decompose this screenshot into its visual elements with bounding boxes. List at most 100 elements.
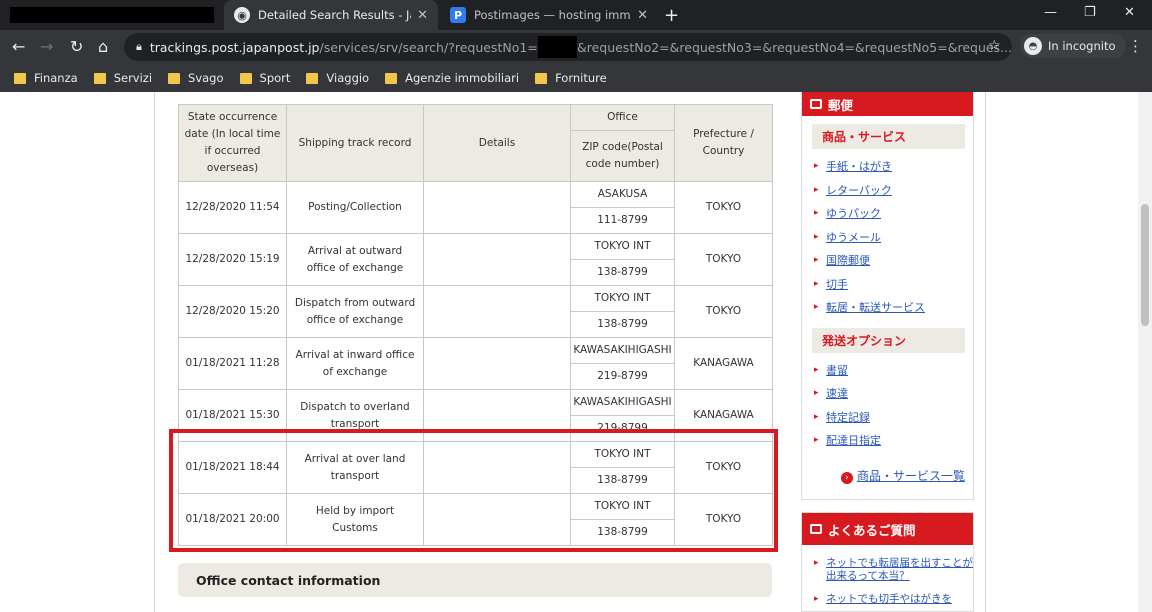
folder-icon xyxy=(14,72,26,84)
new-tab-button[interactable]: + xyxy=(664,5,679,26)
home-icon[interactable]: ⌂ xyxy=(98,37,108,56)
tab-postimages[interactable]: P Postimages — hosting immagini ✕ xyxy=(440,0,658,30)
url-tail: &requestNo2=&requestNo3=&requestNo4=&req… xyxy=(576,39,1012,55)
incognito-label: In incognito xyxy=(1048,39,1116,53)
menu-icon[interactable]: ⋮ xyxy=(1128,37,1143,55)
reload-icon[interactable]: ↻ xyxy=(70,37,83,56)
cell-record: Posting/Collection xyxy=(286,181,424,234)
header-office: Office xyxy=(570,104,675,131)
sidebar-link[interactable]: 転居・転送サービス xyxy=(802,296,973,320)
folder-icon xyxy=(168,72,181,84)
bookmark-sport[interactable]: Sport xyxy=(239,71,291,85)
bookmark-agenzie[interactable]: Agenzie immobiliari xyxy=(385,71,519,85)
sidebar-link[interactable]: ゆうメール xyxy=(802,226,973,250)
scrollbar-thumb[interactable] xyxy=(1141,204,1149,326)
cell-prefecture: TOKYO xyxy=(674,233,773,286)
cell-record: Arrival at inward office of exchange xyxy=(286,337,424,390)
address-bar[interactable]: 🔒︎ trackings.post.japanpost.jp /services… xyxy=(124,33,1012,61)
bookmark-label: Servizi xyxy=(113,71,153,85)
bookmark-label: Agenzie immobiliari xyxy=(405,71,520,85)
window-close-icon[interactable]: ✕ xyxy=(1124,5,1135,20)
bookmark-label: Svago xyxy=(188,71,224,85)
cell-zip: 138-8799 xyxy=(570,311,675,338)
sidebar-link[interactable]: ゆうパック xyxy=(802,202,973,226)
header-record: Shipping track record xyxy=(286,104,424,182)
restore-icon[interactable]: ❐ xyxy=(1084,5,1096,20)
highlight-box xyxy=(169,429,778,552)
cell-date: 12/28/2020 15:19 xyxy=(178,233,287,286)
url-path: /services/srv/search/?requestNo1= xyxy=(319,39,538,55)
faq-link[interactable]: ネットでも切手やはがきを xyxy=(802,593,973,606)
bookmark-label: Sport xyxy=(259,71,291,85)
scrollbar[interactable] xyxy=(1138,92,1152,612)
bookmark-star-icon[interactable]: ☆ xyxy=(988,38,1001,54)
sidebar-faq-title: よくあるご質問 xyxy=(828,522,916,538)
incognito-icon: ◓ xyxy=(1024,37,1042,55)
cell-date: 12/28/2020 11:54 xyxy=(178,181,287,234)
tab-title: Detailed Search Results - Japan P xyxy=(258,8,411,22)
table-row: 12/28/2020 11:54 Posting/Collection ASAK… xyxy=(178,181,773,234)
sidebar-mail: 郵便 商品・サービス 手紙・はがき レターパック ゆうパック ゆうメール 国際郵… xyxy=(801,92,974,500)
chevron-right-icon: › xyxy=(840,471,853,484)
more-products-link[interactable]: › 商品・サービス一覧 xyxy=(802,467,973,484)
cell-details xyxy=(423,181,571,234)
bookmark-svago[interactable]: Svago xyxy=(168,71,224,85)
bookmark-label: Forniture xyxy=(555,71,607,85)
sidebar-link[interactable]: 配達日指定 xyxy=(802,429,973,453)
divider xyxy=(154,92,155,612)
minimize-icon[interactable]: — xyxy=(1044,5,1057,20)
faq-link[interactable]: ネットでも転居届を出すことが出来るって本当？ xyxy=(802,557,973,583)
cell-prefecture: KANAGAWA xyxy=(674,337,773,390)
back-icon[interactable]: ← xyxy=(12,37,25,56)
bookmark-servizi[interactable]: Servizi xyxy=(93,71,153,85)
office-contact-header[interactable]: Office contact information xyxy=(178,563,772,597)
incognito-badge[interactable]: ◓ In incognito xyxy=(1020,34,1126,58)
forward-icon[interactable]: → xyxy=(40,37,53,56)
cell-date: 01/18/2021 11:28 xyxy=(178,337,287,390)
sidebar-link[interactable]: 速達 xyxy=(802,382,973,406)
cell-office: KAWASAKIHIGASHI xyxy=(570,389,675,416)
bookmark-label: Viaggio xyxy=(326,71,370,85)
sidebar-link[interactable]: 手紙・はがき xyxy=(802,155,973,179)
toolbar: ← → ↻ ⌂ 🔒︎ trackings.post.japanpost.jp /… xyxy=(0,30,1152,64)
cell-prefecture: TOKYO xyxy=(674,181,773,234)
sidebar-link[interactable]: 切手 xyxy=(802,273,973,297)
close-icon[interactable]: ✕ xyxy=(637,8,648,23)
tab-bar: ◉ Detailed Search Results - Japan P ✕ P … xyxy=(0,0,1152,30)
sidebar-link[interactable]: レターパック xyxy=(802,179,973,203)
cell-details xyxy=(423,233,571,286)
redacted-area xyxy=(537,36,577,58)
sidebar-link[interactable]: 特定記録 xyxy=(802,406,973,430)
header-prefecture: Prefecture / Country xyxy=(674,104,773,182)
cell-zip: 111-8799 xyxy=(570,207,675,234)
cell-office: TOKYO INT xyxy=(570,285,675,312)
more-products-label: 商品・サービス一覧 xyxy=(856,468,965,483)
folder-icon xyxy=(385,72,398,84)
folder-icon xyxy=(239,72,252,84)
sidebar-link[interactable]: 国際郵便 xyxy=(802,249,973,273)
chat-icon xyxy=(810,524,822,534)
bookmark-forniture[interactable]: Forniture xyxy=(535,71,607,85)
bookmark-finanza[interactable]: Finanza xyxy=(14,71,78,85)
bookmarks-bar: Finanza Servizi Svago Sport Viaggio Agen… xyxy=(0,64,1152,92)
tab-title: Postimages — hosting immagini xyxy=(474,8,631,22)
bookmark-label: Finanza xyxy=(34,71,78,85)
cell-office: ASAKUSA xyxy=(570,181,675,208)
globe-icon: ◉ xyxy=(234,7,250,23)
cell-office: KAWASAKIHIGASHI xyxy=(570,337,675,364)
sidebar-faq: よくあるご質問 ネットでも転居届を出すことが出来るって本当？ ネットでも切手やは… xyxy=(801,512,974,612)
close-icon[interactable]: ✕ xyxy=(417,8,428,23)
table-row: 12/28/2020 15:19 Arrival at outward offi… xyxy=(178,233,773,286)
folder-icon xyxy=(93,72,106,84)
folder-icon xyxy=(535,72,548,84)
cell-details xyxy=(423,337,571,390)
tab-japan-post[interactable]: ◉ Detailed Search Results - Japan P ✕ xyxy=(224,0,438,30)
sidebar-link[interactable]: 書留 xyxy=(802,359,973,383)
bookmark-viaggio[interactable]: Viaggio xyxy=(306,71,369,85)
header-date: State occurrence date (In local time if … xyxy=(178,104,287,182)
divider xyxy=(985,92,986,612)
cell-prefecture: TOKYO xyxy=(674,285,773,338)
cell-zip: 138-8799 xyxy=(570,259,675,286)
page-content: State occurrence date (In local time if … xyxy=(0,92,1152,612)
table-row: 12/28/2020 15:20 Dispatch from outward o… xyxy=(178,285,773,338)
